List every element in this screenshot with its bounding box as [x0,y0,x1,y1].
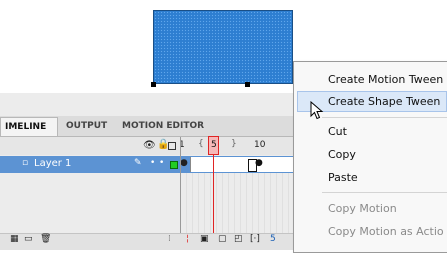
pencil-icon[interactable]: ✎ [134,158,142,168]
frame-number-10: 10 [254,140,266,150]
resize-handle[interactable] [245,82,250,87]
new-folder-icon[interactable]: ▭ [24,234,33,244]
new-layer-icon[interactable]: ▦ [10,234,19,244]
tab-timeline[interactable]: IMELINE [0,117,58,136]
lock-dot[interactable]: • [159,158,164,168]
center-frame-icon[interactable]: ¦ [186,234,189,244]
resize-handle[interactable] [151,82,156,87]
layer-icon: ▫ [22,158,29,168]
menu-item-create-shape-tween[interactable]: Create Shape Tween [328,95,440,108]
menu-item-cut[interactable]: Cut [328,125,347,138]
eye-icon[interactable]: 👁 [143,140,156,151]
scroll-bar-icon[interactable]: ⁞ [168,234,171,244]
visibility-dot[interactable]: • [150,158,155,168]
onion-skin-bracket-left[interactable]: { [198,139,204,149]
menu-item-paste[interactable]: Paste [328,171,358,184]
onion-skin-bracket-right[interactable]: } [231,139,237,149]
menu-separator [322,192,447,193]
layer-name[interactable]: Layer 1 [34,158,71,169]
frame-span[interactable] [190,157,301,172]
onion-outlines-icon[interactable]: ▢ [218,234,227,244]
menu-item-create-motion-tween[interactable]: Create Motion Tween [328,73,443,86]
outline-icon[interactable] [168,142,176,150]
menu-item-copy-motion-as-actionscript: Copy Motion as Actio [328,225,444,238]
menu-item-copy[interactable]: Copy [328,148,356,161]
tab-output[interactable]: OUTPUT [62,117,112,136]
edit-multiple-frames-icon[interactable]: ◰ [234,234,243,244]
modify-markers-icon[interactable]: [·] [250,234,260,244]
menu-item-copy-motion: Copy Motion [328,202,397,215]
onion-skin-icon[interactable]: ▣ [200,234,209,244]
frame-number-5: 5 [211,140,217,150]
keyframe-dot[interactable]: ● [255,158,263,168]
current-frame-number[interactable]: 5 [270,234,276,244]
selected-rectangle-shape[interactable] [153,10,293,84]
outline-color-icon[interactable] [170,161,178,169]
mouse-cursor-icon [310,101,324,120]
keyframe-dot[interactable]: ● [180,158,188,168]
tab-motion-editor[interactable]: MOTION EDITOR [118,117,214,136]
frame-grid[interactable] [180,173,300,233]
delete-icon[interactable]: 🗑 [40,234,51,244]
menu-separator [322,117,447,118]
